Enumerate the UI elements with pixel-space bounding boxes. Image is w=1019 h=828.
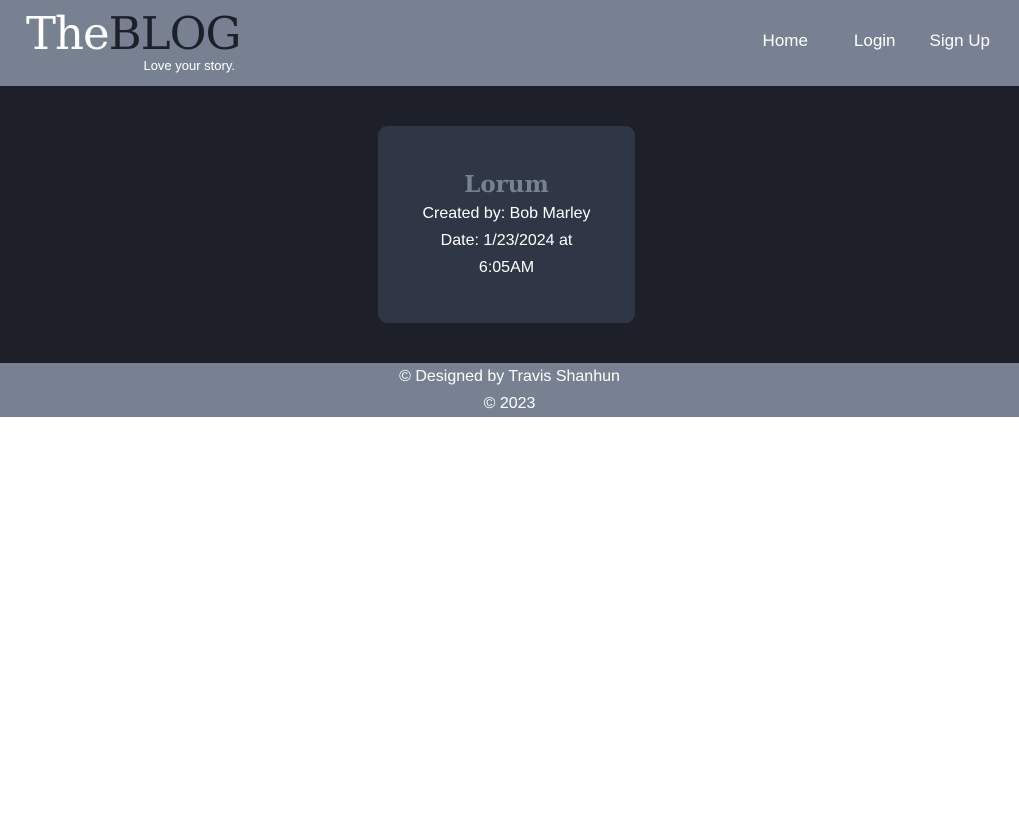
nav-login-link[interactable]: Login: [854, 28, 896, 54]
page: TheBLOG Love your story. Home Login Sign…: [0, 0, 1019, 828]
brand-tagline: Love your story.: [143, 58, 235, 73]
brand-title: TheBLOG: [26, 6, 242, 62]
footer-year: © 2023: [483, 395, 536, 412]
site-footer: © Designed by Travis Shanhun © 2023: [0, 363, 1019, 417]
brand-title-blog: BLOG: [108, 7, 242, 60]
footer-text: © Designed by Travis Shanhun © 2023: [390, 363, 630, 417]
brand-logo[interactable]: TheBLOG Love your story.: [26, 6, 242, 78]
main-content: Lorum Created by: Bob Marley Date: 1/23/…: [0, 86, 1019, 363]
site-header: TheBLOG Love your story. Home Login Sign…: [0, 0, 1019, 86]
brand-title-the: The: [26, 7, 110, 60]
post-title[interactable]: Lorum: [378, 170, 635, 200]
post-date: Date: 1/23/2024 at 6:05AM: [440, 232, 573, 276]
nav-signup-link[interactable]: Sign Up: [930, 28, 990, 54]
footer-credit: © Designed by Travis Shanhun: [399, 368, 620, 385]
post-meta: Created by: Bob Marley Date: 1/23/2024 a…: [417, 200, 597, 281]
main-nav: Home Login Sign Up: [763, 28, 990, 54]
post-card[interactable]: Lorum Created by: Bob Marley Date: 1/23/…: [378, 126, 635, 323]
post-author: Created by: Bob Marley: [422, 205, 591, 222]
nav-home-link[interactable]: Home: [763, 28, 808, 54]
